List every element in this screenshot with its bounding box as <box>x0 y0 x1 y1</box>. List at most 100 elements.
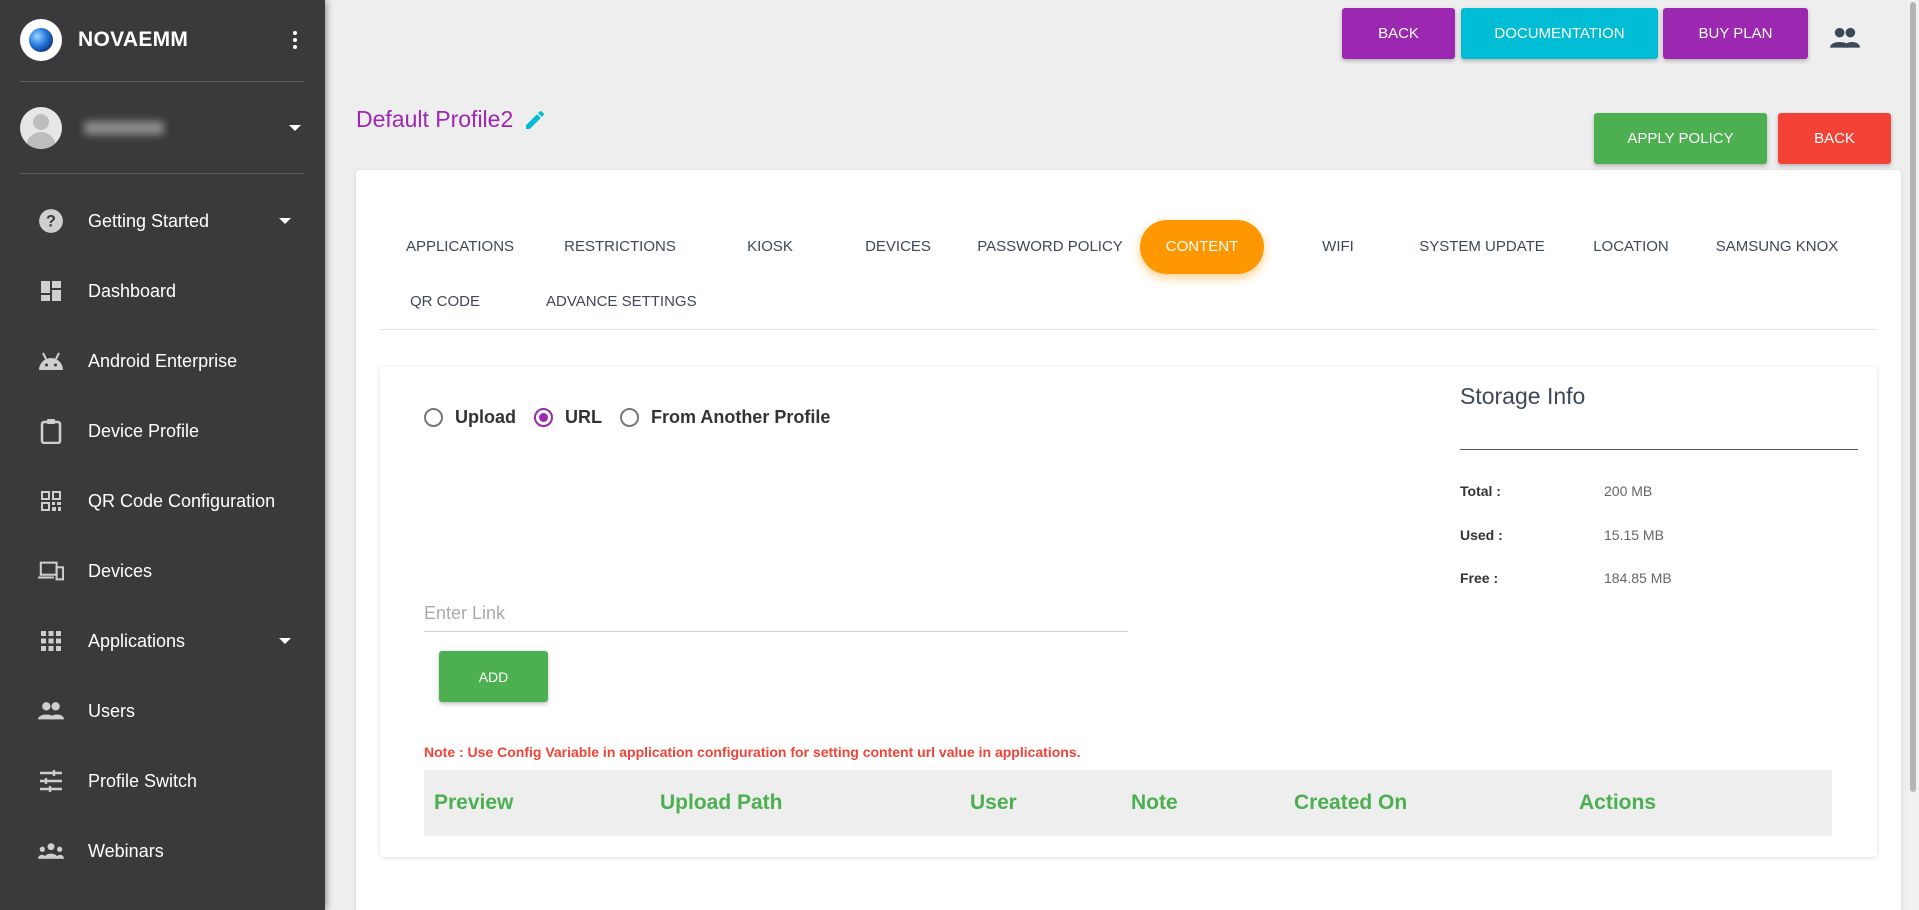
tune-icon <box>38 768 64 794</box>
edit-pencil-icon[interactable] <box>523 108 547 132</box>
page-scrollbar[interactable] <box>1907 0 1919 910</box>
storage-row-used: Used : 15.15 MB <box>1460 527 1664 543</box>
sidebar-item-android-enterprise[interactable]: Android Enterprise <box>0 326 325 396</box>
radio-circle[interactable] <box>424 408 443 427</box>
radio-label: Upload <box>455 407 516 427</box>
tab-kiosk[interactable]: KIOSK <box>722 220 818 274</box>
page-back-button[interactable]: BACK <box>1778 113 1891 164</box>
users-icon <box>38 698 64 724</box>
brand-name: NOVAEMM <box>78 28 189 51</box>
source-radio-group: Upload URL From Another Profile <box>424 407 848 428</box>
dashboard-icon <box>38 278 64 304</box>
sidebar-item-label: Users <box>88 700 136 721</box>
tab-divider <box>380 329 1877 330</box>
brand-header: NOVAEMM <box>20 12 305 68</box>
column-header-user: User <box>970 791 1017 814</box>
add-button[interactable]: ADD <box>439 651 548 702</box>
sidebar-item-label: QR Code Configuration <box>88 490 276 511</box>
storage-label: Total : <box>1460 483 1501 499</box>
column-header-created-on: Created On <box>1294 791 1408 814</box>
tab-applications[interactable]: APPLICATIONS <box>400 220 520 274</box>
sidebar-divider <box>20 81 305 82</box>
storage-value: 15.15 MB <box>1604 527 1664 543</box>
storage-divider <box>1460 449 1858 450</box>
avatar <box>20 107 62 149</box>
account-users-icon[interactable] <box>1830 25 1860 51</box>
sidebar-nav: ? Getting Started Dashboard Android Ente… <box>0 186 325 886</box>
caret-down-icon <box>289 125 301 131</box>
storage-row-free: Free : 184.85 MB <box>1460 570 1672 586</box>
caret-down-icon <box>279 638 291 644</box>
sidebar-item-devices[interactable]: Devices <box>0 536 325 606</box>
radio-circle-selected[interactable] <box>534 408 553 427</box>
groups-icon <box>38 838 64 864</box>
android-icon <box>38 348 64 374</box>
page-title: Default Profile2 <box>356 106 514 132</box>
radio-circle[interactable] <box>620 408 639 427</box>
storage-value: 184.85 MB <box>1604 570 1672 586</box>
radio-url[interactable]: URL <box>534 407 602 428</box>
storage-value: 200 MB <box>1604 483 1653 499</box>
tab-wifi[interactable]: WIFI <box>1290 220 1386 274</box>
tab-restrictions[interactable]: RESTRICTIONS <box>546 220 694 274</box>
sidebar-item-users[interactable]: Users <box>0 676 325 746</box>
storage-label: Free : <box>1460 570 1499 586</box>
tab-system-update[interactable]: SYSTEM UPDATE <box>1412 220 1552 274</box>
storage-info-panel: Storage Info Total : 200 MB Used : 15.15… <box>1460 383 1858 586</box>
tab-content[interactable]: CONTENT <box>1140 220 1264 274</box>
storage-row-total: Total : 200 MB <box>1460 483 1652 499</box>
radio-from-another-profile[interactable]: From Another Profile <box>620 407 830 428</box>
clipboard-icon <box>38 418 64 444</box>
sidebar-item-label: Profile Switch <box>88 770 198 791</box>
sidebar-item-label: Getting Started <box>88 210 210 231</box>
sidebar-item-device-profile[interactable]: Device Profile <box>0 396 325 466</box>
column-header-preview: Preview <box>434 791 514 814</box>
caret-down-icon <box>279 218 291 224</box>
top-back-button[interactable]: BACK <box>1342 8 1455 59</box>
page-title-group: Default Profile2 <box>356 106 547 133</box>
tab-devices[interactable]: DEVICES <box>846 220 950 274</box>
user-name-redacted <box>84 121 164 135</box>
sidebar-item-label: Dashboard <box>88 280 177 301</box>
column-header-actions: Actions <box>1579 791 1657 814</box>
tab-samsung-knox[interactable]: SAMSUNG KNOX <box>1708 220 1846 274</box>
apply-policy-button[interactable]: APPLY POLICY <box>1594 113 1767 164</box>
column-header-upload-path: Upload Path <box>660 791 783 814</box>
sidebar-item-applications[interactable]: Applications <box>0 606 325 676</box>
buy-plan-button[interactable]: BUY PLAN <box>1663 8 1808 59</box>
config-variable-note: Note : Use Config Variable in applicatio… <box>424 744 1081 760</box>
sidebar: NOVAEMM ? Getting Started Dashboard Andr… <box>0 0 325 910</box>
devices-icon <box>38 558 64 584</box>
enter-link-input[interactable] <box>424 596 1128 632</box>
qr-code-icon <box>38 488 64 514</box>
globe-icon <box>29 28 53 52</box>
scrollbar-thumb[interactable] <box>1910 2 1916 792</box>
sidebar-item-webinars[interactable]: Webinars <box>0 816 325 886</box>
sidebar-item-dashboard[interactable]: Dashboard <box>0 256 325 326</box>
tab-advance-settings[interactable]: ADVANCE SETTINGS <box>546 275 697 329</box>
user-profile-toggle[interactable] <box>20 100 305 156</box>
sidebar-item-getting-started[interactable]: ? Getting Started <box>0 186 325 256</box>
svg-text:?: ? <box>46 212 56 230</box>
sidebar-item-profile-switch[interactable]: Profile Switch <box>0 746 325 816</box>
apps-grid-icon <box>38 628 64 654</box>
sidebar-item-label: Webinars <box>88 840 164 861</box>
help-circle-icon: ? <box>38 208 64 234</box>
content-panel: Upload URL From Another Profile ADD Note… <box>380 367 1877 857</box>
tab-location[interactable]: LOCATION <box>1578 220 1684 274</box>
sidebar-divider <box>20 173 305 174</box>
sidebar-item-label: Devices <box>88 560 153 581</box>
sidebar-item-qr-code-configuration[interactable]: QR Code Configuration <box>0 466 325 536</box>
radio-upload[interactable]: Upload <box>424 407 516 428</box>
brand-logo[interactable] <box>20 19 62 61</box>
column-header-note: Note <box>1131 791 1178 814</box>
documentation-button[interactable]: DOCUMENTATION <box>1461 8 1658 59</box>
sidebar-item-label: Android Enterprise <box>88 350 238 371</box>
storage-label: Used : <box>1460 527 1503 543</box>
more-vert-icon[interactable] <box>285 25 305 55</box>
radio-label: From Another Profile <box>651 407 831 427</box>
tab-qr-code[interactable]: QR CODE <box>400 275 490 329</box>
storage-title: Storage Info <box>1460 383 1586 409</box>
profile-card: APPLICATIONS RESTRICTIONS KIOSK DEVICES … <box>356 170 1901 910</box>
tab-password-policy[interactable]: PASSWORD POLICY <box>976 220 1124 274</box>
